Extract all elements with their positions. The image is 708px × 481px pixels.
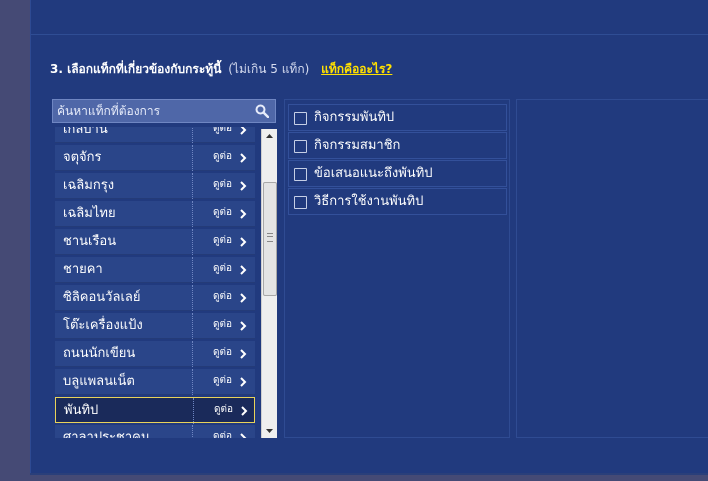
room-item[interactable]: เกลบาน ดูต่อ (55, 127, 255, 143)
chevron-right-icon (240, 293, 247, 303)
sub-tag-list: กิจกรรมพันทิป กิจกรรมสมาชิก ข้อเสนอแนะถึ… (284, 99, 510, 438)
room-item-label: จตุจักร (63, 150, 102, 165)
room-more-button[interactable]: ดูต่อ (193, 398, 256, 424)
sub-tag-checkbox[interactable] (294, 112, 307, 125)
chevron-right-icon (241, 406, 248, 416)
room-item[interactable]: เฉลิมกรุง ดูต่อ (55, 173, 255, 199)
room-item[interactable]: ชานเรือน ดูต่อ (55, 229, 255, 255)
chevron-right-icon (240, 349, 247, 359)
room-more-button[interactable]: ดูต่อ (192, 145, 255, 171)
panel-header-strip (31, 0, 708, 35)
room-item[interactable]: ถนนนักเขียน ดูต่อ (55, 341, 255, 367)
chevron-right-icon (240, 433, 247, 438)
room-item[interactable]: เฉลิมไทย ดูต่อ (55, 201, 255, 227)
sub-tag-checkbox[interactable] (294, 140, 307, 153)
question-title: 3. เลือกแท็กที่เกี่ยวข้องกับกระทู้นี้ (50, 62, 222, 76)
room-item-label: ซิลิคอนวัลเลย์ (63, 290, 141, 305)
sub-tag-item[interactable]: ข้อเสนอแนะถึงพันทิป (288, 160, 507, 187)
room-more-button[interactable]: ดูต่อ (192, 257, 255, 283)
room-item-label: พันทิป (64, 403, 99, 418)
room-item[interactable]: จตุจักร ดูต่อ (55, 145, 255, 171)
room-more-button[interactable]: ดูต่อ (192, 425, 255, 438)
room-list-scrollbar[interactable] (261, 129, 277, 438)
tag-search-input[interactable] (53, 100, 257, 122)
chevron-right-icon (240, 209, 247, 219)
sub-tag-item[interactable]: กิจกรรมสมาชิก (288, 132, 507, 159)
chevron-right-icon (240, 127, 247, 135)
chevron-right-icon (240, 181, 247, 191)
room-item[interactable]: บลูแพลนเน็ต ดูต่อ (55, 369, 255, 395)
sub-tag-item[interactable]: กิจกรรมพันทิป (288, 104, 507, 131)
tag-question: 3. เลือกแท็กที่เกี่ยวข้องกับกระทู้นี้ (ไ… (50, 60, 392, 78)
room-item-label: เฉลิมไทย (63, 206, 116, 221)
room-item-label: ชานเรือน (63, 234, 117, 249)
room-item-label: ศาลาประชาคม (63, 430, 150, 438)
room-item[interactable]: ชายคา ดูต่อ (55, 257, 255, 283)
sub-tag-checkbox[interactable] (294, 196, 307, 209)
room-item-label: เกลบาน (63, 127, 108, 137)
chevron-right-icon (240, 237, 247, 247)
room-more-button[interactable]: ดูต่อ (192, 313, 255, 339)
room-more-button[interactable]: ดูต่อ (192, 341, 255, 367)
sub-tag-label: ข้อเสนอแนะถึงพันทิป (314, 166, 433, 181)
room-list: เกลบาน ดูต่อ จตุจักร ดูต่อ เฉลิมกรุง ดูต… (53, 127, 277, 438)
sub-tag-item[interactable]: วิธีการใช้งานพันทิป (288, 188, 507, 215)
question-hint: (ไม่เกิน 5 แท็ก) (228, 62, 310, 76)
chevron-right-icon (240, 265, 247, 275)
room-item-label: บลูแพลนเน็ต (63, 374, 135, 389)
post-form-panel: 3. เลือกแท็กที่เกี่ยวข้องกับกระทู้นี้ (ไ… (30, 0, 708, 473)
room-more-button[interactable]: ดูต่อ (192, 173, 255, 199)
room-item-selected[interactable]: พันทิป ดูต่อ (55, 397, 256, 424)
tag-search-box (52, 99, 276, 123)
room-item-label: ชายคา (63, 262, 103, 277)
room-more-button[interactable]: ดูต่อ (192, 201, 255, 227)
chevron-right-icon (240, 321, 247, 331)
sub-tag-label: วิธีการใช้งานพันทิป (314, 194, 424, 209)
room-item[interactable]: โต๊ะเครื่องแป้ง ดูต่อ (55, 313, 255, 339)
room-item[interactable]: ศาลาประชาคม ดูต่อ (55, 425, 255, 438)
scrollbar-thumb[interactable] (263, 182, 277, 296)
selected-tags-area (516, 99, 708, 438)
room-item-label: ถนนนักเขียน (63, 346, 136, 361)
grip-icon (267, 233, 273, 242)
arrow-up-icon[interactable] (262, 129, 277, 143)
room-more-button[interactable]: ดูต่อ (192, 285, 255, 311)
room-more-button[interactable]: ดูต่อ (192, 229, 255, 255)
chevron-right-icon (240, 153, 247, 163)
room-more-button[interactable]: ดูต่อ (192, 127, 255, 143)
room-item-label: เฉลิมกรุง (63, 178, 115, 193)
room-item-label: โต๊ะเครื่องแป้ง (63, 318, 143, 333)
sub-tag-checkbox[interactable] (294, 168, 307, 181)
arrow-down-icon[interactable] (262, 424, 277, 438)
chevron-right-icon (240, 377, 247, 387)
sub-tag-label: กิจกรรมสมาชิก (314, 138, 401, 153)
room-item[interactable]: ซิลิคอนวัลเลย์ ดูต่อ (55, 285, 255, 311)
room-more-button[interactable]: ดูต่อ (192, 369, 255, 395)
search-icon[interactable] (255, 104, 269, 118)
what-is-tag-link[interactable]: แท็กคืออะไร? (321, 62, 392, 76)
sub-tag-label: กิจกรรมพันทิป (314, 110, 395, 125)
